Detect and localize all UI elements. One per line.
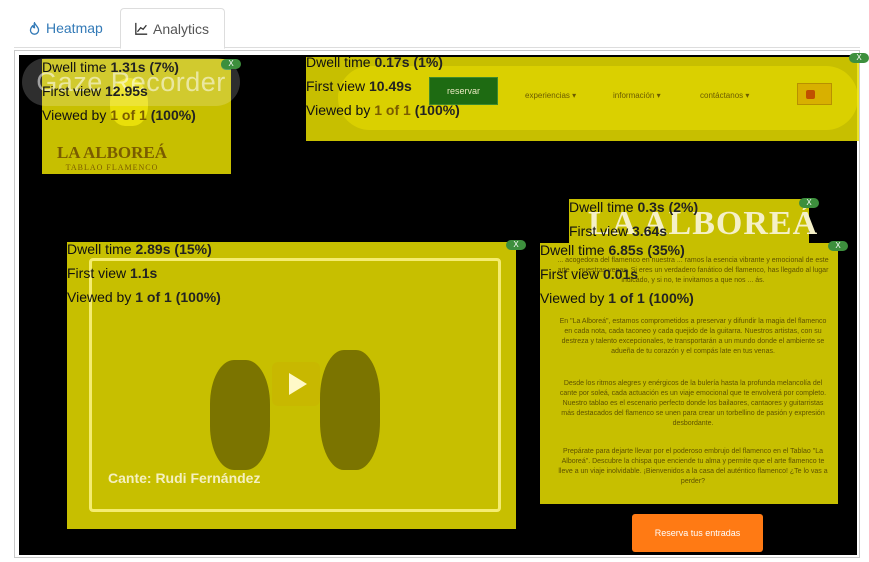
nav-experiencias[interactable]: experiencias ▾ [525, 91, 576, 100]
close-aoi-big-logo-button[interactable]: X [799, 198, 819, 208]
dwell-row: Dwell time 0.17s (1%) [306, 54, 443, 70]
area-chart-icon [135, 22, 148, 35]
paragraph-3: Desde los ritmos alegres y enérgicos de … [559, 380, 827, 427]
close-aoi-header-button[interactable]: X [849, 53, 869, 63]
dwell-row: Dwell time 2.89s (15%) [67, 241, 212, 257]
aoi-video-stats: Dwell time 2.89s (15%) First view 1.1s V… [67, 237, 221, 309]
first-view-row: First view 12.95s [42, 83, 148, 99]
first-view-row: First view 10.49s [306, 78, 412, 94]
fire-icon [28, 21, 41, 35]
nav-informacion[interactable]: información ▾ [613, 91, 661, 100]
play-icon[interactable] [272, 362, 320, 406]
logo-subtitle: TABLAO FLAMENCO [65, 163, 159, 172]
dwell-row: Dwell time 0.3s (2%) [569, 199, 699, 215]
viewed-by-row: Viewed by 1 of 1 (100%) [306, 102, 460, 118]
aoi-text-stats: Dwell time 6.85s (35%) First view 0.01s … [540, 238, 694, 310]
first-view-row: First view 1.1s [67, 265, 158, 281]
dwell-row: Dwell time 1.31s (7%) [42, 59, 179, 75]
viewed-by-row: Viewed by 1 of 1 (100%) [540, 290, 694, 306]
close-aoi-video-button[interactable]: X [506, 240, 526, 250]
aoi-big-logo-stats: Dwell time 0.3s (2%) First view 3.64s [569, 195, 698, 243]
tab-analytics[interactable]: Analytics [120, 8, 225, 49]
close-aoi-logo-button[interactable]: X [221, 59, 241, 69]
tab-analytics-label: Analytics [153, 20, 210, 37]
tab-heatmap-label: Heatmap [46, 20, 103, 36]
close-aoi-text-button[interactable]: X [828, 241, 848, 251]
aoi-logo-stats: Dwell time 1.31s (7%) First view 12.95s … [42, 55, 196, 127]
aoi-header-stats: Dwell time 0.17s (1%) First view 10.49s … [306, 50, 460, 122]
paragraph-2: En "La Alboreá", estamos comprometidos a… [559, 318, 827, 355]
first-view-row: First view 0.01s [540, 266, 639, 282]
logo-title: LA ALBOREÁ [56, 143, 168, 162]
spain-flag-icon[interactable] [797, 83, 832, 105]
paragraph-4: Prepárate para dejarte llevar por el pod… [558, 448, 828, 485]
reserva-entradas-button[interactable]: Reserva tus entradas [632, 514, 763, 552]
video-caption: Cante: Rudi Fernández [108, 470, 261, 486]
tab-heatmap[interactable]: Heatmap [14, 8, 117, 48]
logo-text: LA ALBOREÁ TABLAO FLAMENCO [42, 143, 182, 172]
nav-contactanos[interactable]: contáctanos ▾ [700, 91, 749, 100]
viewed-by-row: Viewed by 1 of 1 (100%) [42, 107, 196, 123]
viewed-by-row: Viewed by 1 of 1 (100%) [67, 289, 221, 305]
dwell-row: Dwell time 6.85s (35%) [540, 242, 685, 258]
analytics-tabs: Heatmap Analytics [14, 0, 860, 49]
